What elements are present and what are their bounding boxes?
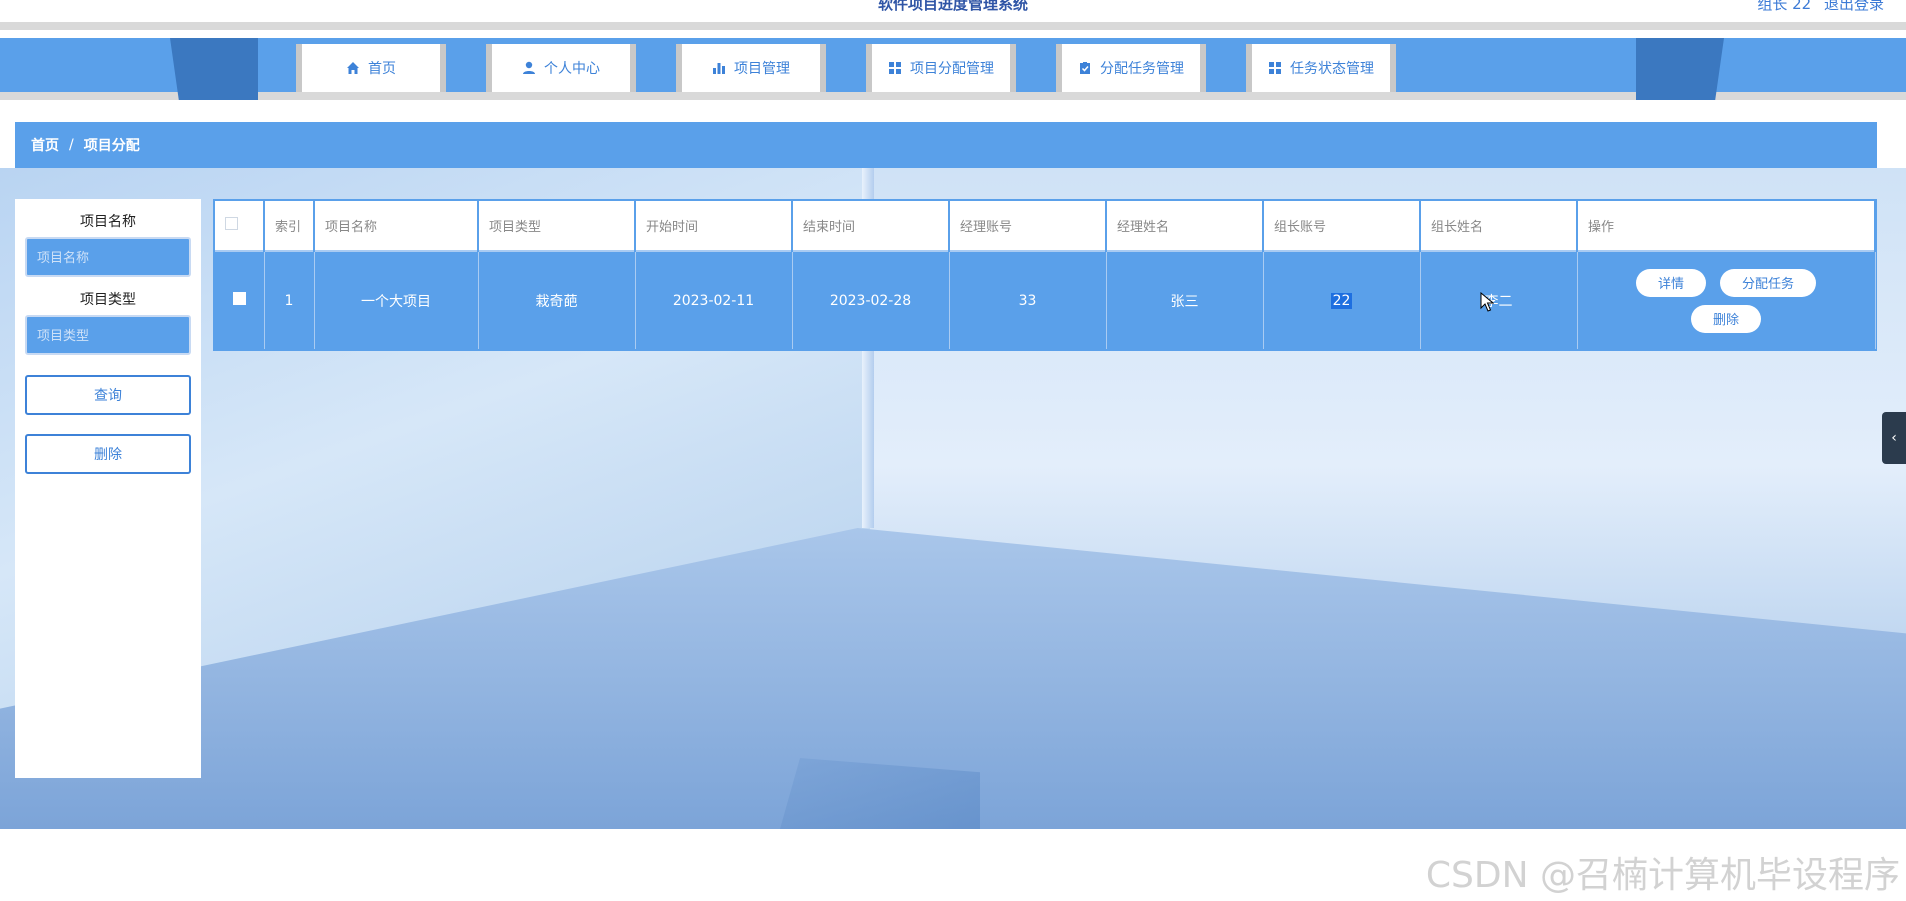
breadcrumb-separator: / bbox=[69, 137, 74, 153]
cell-leader-account: 22 bbox=[1263, 250, 1421, 349]
column-header: 项目类型 bbox=[478, 201, 636, 251]
table-row: 1 一个大项目 栽奇葩 2023-02-11 2023-02-28 33 张三 … bbox=[215, 250, 1876, 349]
nav-item-home[interactable]: 首页 bbox=[296, 44, 446, 92]
side-panel-toggle[interactable]: ‹ bbox=[1882, 412, 1906, 464]
nav-label: 项目管理 bbox=[734, 61, 790, 77]
cell-end-time: 2023-02-28 bbox=[792, 250, 950, 349]
row-delete-button[interactable]: 删除 bbox=[1690, 304, 1761, 333]
grid-icon bbox=[1269, 62, 1281, 74]
project-type-input[interactable] bbox=[25, 315, 191, 355]
column-header: 操作 bbox=[1577, 201, 1876, 251]
nav-label: 首页 bbox=[368, 61, 396, 77]
cell-manager-account: 33 bbox=[949, 250, 1107, 349]
select-all-checkbox[interactable] bbox=[225, 217, 238, 230]
selected-text: 22 bbox=[1330, 292, 1353, 309]
row-select-cell bbox=[215, 250, 265, 349]
search-button[interactable]: 查询 bbox=[25, 375, 191, 415]
column-header: 开始时间 bbox=[635, 201, 793, 251]
nav-item-task-assign[interactable]: 分配任务管理 bbox=[1056, 44, 1206, 92]
top-bar: 软件项目进度管理系统 组长 22 退出登录 bbox=[0, 0, 1906, 30]
column-header: 组长姓名 bbox=[1420, 201, 1578, 251]
nav-label: 项目分配管理 bbox=[910, 61, 994, 77]
main-nav: 首页 个人中心 项目管理 项目分配管理 分配任务管理 任务状态管理 bbox=[0, 38, 1906, 100]
cell-manager-name: 张三 bbox=[1106, 250, 1264, 349]
nav-item-projects[interactable]: 项目管理 bbox=[676, 44, 826, 92]
breadcrumb: 首页 / 项目分配 bbox=[15, 122, 1877, 168]
project-name-input[interactable] bbox=[25, 237, 191, 277]
project-name-label: 项目名称 bbox=[80, 214, 136, 230]
cell-project-type: 栽奇葩 bbox=[478, 250, 636, 349]
user-area: 组长 22 退出登录 bbox=[1749, 0, 1884, 14]
nav-item-task-status[interactable]: 任务状态管理 bbox=[1246, 44, 1396, 92]
cell-leader-name: 李二 bbox=[1420, 250, 1578, 349]
mouse-cursor-icon bbox=[1480, 292, 1494, 312]
nav-decor-left bbox=[170, 38, 258, 100]
assign-task-button[interactable]: 分配任务 bbox=[1720, 268, 1817, 297]
nav-item-project-assign[interactable]: 项目分配管理 bbox=[866, 44, 1016, 92]
cell-start-time: 2023-02-11 bbox=[635, 250, 793, 349]
bar-chart-icon bbox=[713, 63, 725, 74]
app-title: 软件项目进度管理系统 bbox=[877, 0, 1028, 13]
nav-decor-right bbox=[1636, 38, 1724, 100]
nav-item-profile[interactable]: 个人中心 bbox=[486, 44, 636, 92]
user-label: 组长 22 bbox=[1757, 0, 1812, 13]
select-all-cell bbox=[215, 201, 265, 251]
data-table: 索引 项目名称 项目类型 开始时间 结束时间 经理账号 经理姓名 组长账号 组长… bbox=[213, 199, 1877, 351]
logout-link[interactable]: 退出登录 bbox=[1824, 0, 1884, 13]
column-header: 索引 bbox=[264, 201, 315, 251]
nav-label: 分配任务管理 bbox=[1100, 61, 1184, 77]
cell-project-name: 一个大项目 bbox=[314, 250, 479, 349]
breadcrumb-current: 项目分配 bbox=[83, 138, 140, 154]
row-checkbox[interactable] bbox=[232, 292, 246, 305]
home-icon bbox=[347, 62, 359, 74]
column-header: 组长账号 bbox=[1263, 201, 1421, 251]
watermark: CSDN @召楠计算机毕设程序 bbox=[1425, 855, 1900, 896]
breadcrumb-home[interactable]: 首页 bbox=[31, 135, 59, 155]
cell-actions: 详情 分配任务 删除 bbox=[1577, 250, 1876, 349]
row-actions: 详情 分配任务 删除 bbox=[1578, 268, 1875, 333]
cell-index: 1 bbox=[264, 250, 315, 349]
clipboard-icon bbox=[1080, 62, 1090, 74]
detail-button[interactable]: 详情 bbox=[1635, 268, 1706, 297]
nav-label: 任务状态管理 bbox=[1290, 61, 1374, 77]
batch-delete-button[interactable]: 删除 bbox=[25, 434, 191, 474]
user-icon bbox=[523, 61, 535, 74]
column-header: 项目名称 bbox=[314, 201, 479, 251]
grid-icon bbox=[889, 62, 901, 74]
project-type-label: 项目类型 bbox=[80, 292, 136, 308]
table-header-row: 索引 项目名称 项目类型 开始时间 结束时间 经理账号 经理姓名 组长账号 组长… bbox=[215, 201, 1876, 251]
chevron-left-icon: ‹ bbox=[1891, 430, 1897, 446]
column-header: 经理姓名 bbox=[1106, 201, 1264, 251]
filter-panel: 项目名称 项目类型 查询 删除 bbox=[15, 199, 201, 778]
column-header: 结束时间 bbox=[792, 201, 950, 251]
nav-label: 个人中心 bbox=[544, 61, 600, 77]
column-header: 经理账号 bbox=[949, 201, 1107, 251]
